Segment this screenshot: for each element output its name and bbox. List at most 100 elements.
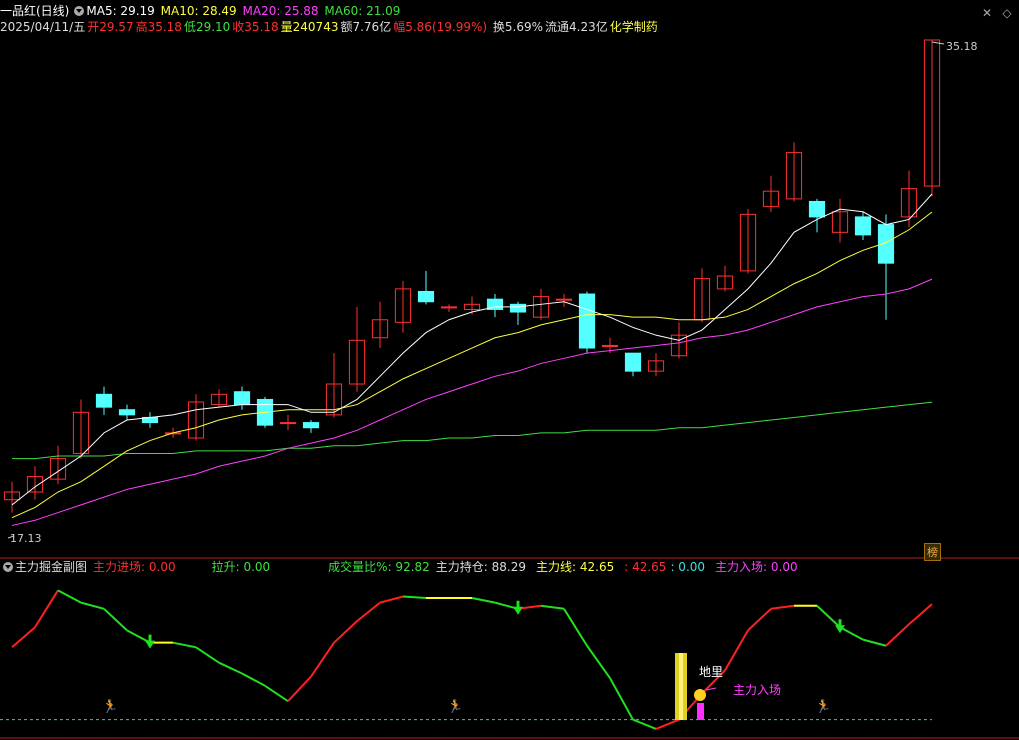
- indicator-segment: [195, 646, 220, 664]
- candle-body: [417, 290, 435, 303]
- indicator-segment: [609, 677, 634, 721]
- down-arrow-icon: [145, 634, 155, 649]
- indicator-segment: [287, 675, 312, 702]
- header-row-1: 一品红(日线) MA5: 29.19 MA10: 28.49 MA20: 25.8…: [0, 4, 402, 18]
- runner-icon: 🏃: [447, 698, 463, 714]
- indicator-segment: [908, 603, 933, 625]
- ma10-label: MA10: 28.49: [160, 4, 237, 18]
- low-label: 低29.10: [183, 20, 231, 34]
- settings-icon[interactable]: ◇: [1000, 6, 1014, 20]
- candle-body: [624, 352, 642, 372]
- indicator-segment: [241, 672, 266, 687]
- indicator-segment: [885, 623, 910, 647]
- candle-body: [808, 200, 826, 218]
- indicator-title[interactable]: 主力掘金副图: [15, 560, 87, 574]
- sector-label[interactable]: 化学制药: [610, 20, 658, 34]
- indicator-segment: [11, 626, 36, 649]
- indicator-segment: [586, 645, 611, 679]
- change-label: 幅5.86(19.99%): [393, 20, 488, 34]
- candles-layer: [3, 39, 941, 513]
- indicator-segment: [356, 601, 381, 622]
- candle-body: [440, 306, 458, 309]
- indicator-segment: [563, 608, 588, 647]
- candle-body: [854, 216, 872, 236]
- ma10-line: [11, 211, 933, 519]
- candle-body: [118, 409, 136, 416]
- indicator-segment: [218, 661, 243, 675]
- open-label: 开29.57: [87, 20, 134, 34]
- indicator-value: 主力线: 42.65: [536, 560, 615, 574]
- indicator-value: 主力入场: 0.00: [715, 560, 798, 574]
- candle-body: [233, 391, 251, 406]
- indicator-segment: [333, 620, 358, 644]
- indicator-segment: [264, 684, 289, 703]
- indicator-segment: [862, 638, 887, 647]
- candle-body: [279, 422, 297, 425]
- indicator-segment: [471, 597, 496, 604]
- ruchang-bar: [697, 703, 704, 720]
- candle-body: [509, 303, 527, 313]
- stock-name[interactable]: 一品红(日线): [0, 4, 69, 18]
- volume-label: 量240743: [280, 20, 339, 34]
- indicator-dropdown-icon[interactable]: [3, 562, 13, 572]
- float-cap-label: 流通4.23亿: [545, 20, 608, 34]
- ma20-label: MA20: 25.88: [242, 4, 319, 18]
- date-label: 2025/04/11/五: [0, 20, 86, 34]
- candle-body: [578, 293, 596, 349]
- runner-icon: 🏃: [102, 698, 118, 714]
- indicator-value: : 42.65: [624, 560, 667, 574]
- close-label: 收35.18: [232, 20, 279, 34]
- indicator-header: 主力掘金副图 主力进场: 0.00 拉升: 0.00 成交量比%: 92.82 主力持仓…: [0, 560, 800, 574]
- candle-body: [555, 298, 573, 301]
- candle-body: [302, 422, 320, 429]
- indicator-layer: 🏃 🏃 🏃: [0, 41, 945, 730]
- turnover-label: 换5.69%: [492, 20, 543, 34]
- indicator-value: 成交量比%: 92.82: [328, 560, 430, 574]
- candle-body: [601, 344, 619, 347]
- indicator-segment: [839, 626, 864, 641]
- indicator-segment: [770, 604, 795, 610]
- close-icon[interactable]: ✕: [980, 6, 994, 20]
- indicator-value: 主力进场: 0.00: [93, 560, 176, 574]
- amount-label: 额7.76亿: [340, 20, 392, 34]
- indicator-segment: [540, 604, 565, 610]
- indicator-segment: [34, 589, 59, 628]
- high-label: 高35.18: [135, 20, 182, 34]
- ma60-line: [12, 401, 933, 460]
- indicator-segment: [816, 604, 841, 629]
- indicator-segment: [310, 642, 335, 678]
- indicator-segment: [632, 718, 657, 730]
- down-arrow-icon: [513, 600, 523, 615]
- runner-icon: 🏃: [815, 698, 831, 714]
- indicator-segment: [379, 595, 404, 604]
- header-row-2: 2025/04/11/五 开29.57 高35.18 低29.10 收35.18 量240…: [0, 20, 660, 34]
- stock-chart[interactable]: 🏃 🏃 🏃: [0, 0, 1019, 740]
- dili-pillar-highlight: [679, 653, 683, 720]
- indicator-segment: [724, 629, 749, 671]
- indicator-segment: [402, 595, 427, 600]
- ma60-label: MA60: 21.09: [324, 4, 401, 18]
- ma-lines-layer: [11, 193, 933, 526]
- indicator-value: 主力持仓: 88.29: [435, 560, 527, 574]
- dili-annotation: 地里: [699, 665, 724, 679]
- indicator-segment: [80, 601, 105, 610]
- indicator-segment: [655, 718, 680, 730]
- price-low-label: 17.13: [10, 532, 42, 545]
- down-arrow-icon: [835, 619, 845, 634]
- candle-body: [95, 393, 113, 408]
- rank-badge[interactable]: 榜: [924, 543, 941, 561]
- indicator-segment: [172, 641, 197, 649]
- ma5-label: MA5: 29.19: [86, 4, 155, 18]
- indicator-value: : 0.00: [670, 560, 706, 574]
- ma5-line: [11, 193, 933, 506]
- indicator-segment: [103, 608, 128, 632]
- dropdown-icon[interactable]: [74, 6, 85, 16]
- indicator-segment: [57, 589, 82, 604]
- indicator-segment: [747, 608, 772, 632]
- indicator-value: 拉升: 0.00: [211, 560, 271, 574]
- price-high-arrow: [931, 41, 945, 45]
- zhuli-ruchang-annotation: 主力入场: [733, 683, 782, 697]
- smiley-icon: [694, 689, 706, 701]
- ma20-line: [11, 278, 933, 526]
- price-high-label: 35.18: [946, 40, 978, 53]
